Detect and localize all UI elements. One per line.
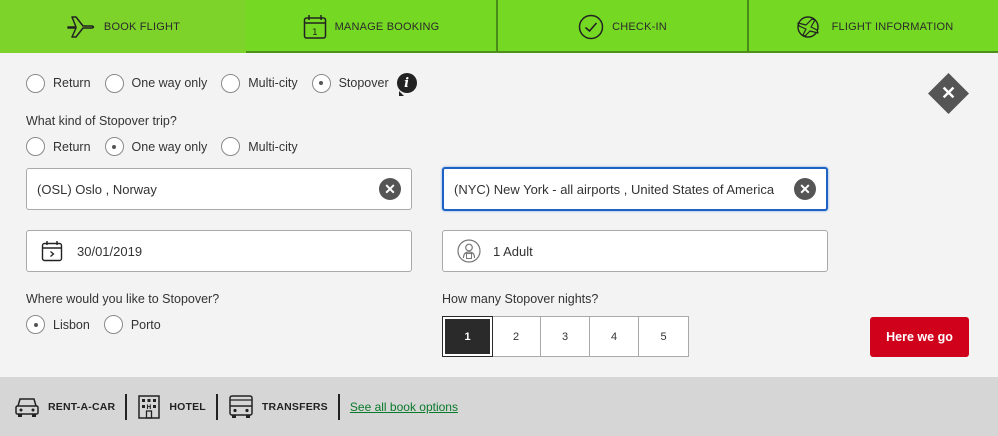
- passenger-icon: [457, 239, 481, 263]
- radio-stopover-multi-city[interactable]: Multi-city: [221, 137, 298, 156]
- divider: [215, 393, 218, 420]
- radio-stopover[interactable]: Stopover: [311, 73, 389, 93]
- nights-selector: 1 2 3 4 5: [442, 316, 689, 357]
- radio-dot-checked[interactable]: [26, 315, 45, 334]
- radio-one-way-label: One way only: [131, 76, 208, 90]
- origin-value: (OSL) Oslo , Norway: [37, 181, 157, 197]
- main-tabs: BOOK FLIGHT 1 MANAGE BOOKING CHECK-IN FL…: [0, 0, 998, 53]
- see-all-book-options-link[interactable]: See all book options: [350, 400, 458, 414]
- hotel-icon: H: [137, 394, 161, 420]
- radio-dot-checked[interactable]: [104, 137, 124, 156]
- radio-porto[interactable]: Porto: [103, 315, 161, 334]
- nights-question: How many Stopover nights?: [442, 292, 599, 306]
- radio-porto-label: Porto: [130, 317, 161, 332]
- rent-a-car-label: RENT-A-CAR: [48, 400, 116, 413]
- radio-stopover-label: Stopover: [338, 76, 389, 90]
- radio-stopover-one-way-label: One way only: [131, 139, 208, 154]
- tab-flight-information-label: FLIGHT INFORMATION: [831, 20, 954, 33]
- radio-dot[interactable]: [103, 315, 123, 334]
- tab-manage-booking-label: MANAGE BOOKING: [334, 20, 440, 33]
- bus-icon: [228, 394, 254, 420]
- stopover-trip-question: What kind of Stopover trip?: [26, 114, 177, 128]
- radio-one-way[interactable]: One way only: [104, 73, 208, 93]
- radio-multi-city-label: Multi-city: [248, 76, 298, 90]
- radio-return-label: Return: [53, 76, 91, 90]
- transfers-label: TRANSFERS: [261, 400, 328, 413]
- passengers-value: 1 Adult: [493, 243, 533, 259]
- info-icon[interactable]: i: [396, 73, 417, 96]
- night-option-3[interactable]: 3: [541, 317, 590, 356]
- night-option-2[interactable]: 2: [492, 317, 541, 356]
- divider: [125, 393, 128, 420]
- radio-lisbon[interactable]: Lisbon: [26, 315, 90, 334]
- check-circle-icon: [578, 14, 604, 40]
- tab-book-flight-label: BOOK FLIGHT: [103, 20, 181, 33]
- destination-value: (NYC) New York - all airports , United S…: [454, 181, 775, 197]
- bottom-bar: RENT-A-CAR H HOTEL TRANSFERS See all boo…: [0, 377, 998, 436]
- radio-stopover-return-label: Return: [53, 139, 91, 154]
- radio-dot-checked[interactable]: [311, 73, 331, 93]
- clear-origin-icon[interactable]: ✕: [379, 178, 401, 200]
- radio-dot[interactable]: [104, 73, 124, 93]
- radio-return[interactable]: Return: [26, 73, 91, 93]
- radio-dot[interactable]: [221, 73, 241, 93]
- date-field[interactable]: 30/01/2019: [26, 230, 412, 272]
- destination-field[interactable]: (NYC) New York - all airports , United S…: [442, 167, 828, 211]
- radio-lisbon-label: Lisbon: [53, 317, 90, 332]
- submit-button[interactable]: Here we go: [870, 317, 969, 357]
- night-option-1[interactable]: 1: [442, 316, 493, 357]
- transfers-link[interactable]: TRANSFERS: [228, 394, 338, 420]
- radio-multi-city[interactable]: Multi-city: [221, 73, 298, 93]
- tab-check-in-label: CHECK-IN: [612, 20, 667, 33]
- close-button[interactable]: ✕: [927, 72, 970, 115]
- tab-manage-booking[interactable]: 1 MANAGE BOOKING: [246, 0, 498, 53]
- stopover-city-question: Where would you like to Stopover?: [26, 292, 220, 306]
- date-value: 30/01/2019: [77, 243, 143, 259]
- night-option-4[interactable]: 4: [590, 317, 639, 356]
- tab-flight-information[interactable]: FLIGHT INFORMATION: [749, 0, 998, 53]
- stopover-trip-group: Return One way only Multi-city: [26, 137, 312, 156]
- clear-destination-icon[interactable]: ✕: [794, 178, 816, 200]
- divider: [337, 393, 340, 420]
- passengers-field[interactable]: 1 Adult: [442, 230, 828, 272]
- flight-info-icon: [794, 14, 824, 40]
- radio-dot[interactable]: [221, 137, 241, 156]
- close-icon: ✕: [940, 83, 957, 103]
- radio-stopover-one-way[interactable]: One way only: [104, 137, 208, 156]
- stopover-city-group: Lisbon Porto: [26, 315, 175, 334]
- hotel-label: HOTEL: [169, 400, 206, 413]
- radio-stopover-return[interactable]: Return: [26, 137, 91, 156]
- calendar-icon: [41, 240, 63, 262]
- tabs-divider: [246, 51, 998, 53]
- radio-dot[interactable]: [26, 73, 45, 93]
- night-option-5[interactable]: 5: [639, 317, 688, 356]
- calendar-icon: 1: [303, 14, 327, 40]
- svg-text:1: 1: [312, 28, 318, 38]
- rent-a-car-link[interactable]: RENT-A-CAR: [14, 395, 125, 419]
- hotel-link[interactable]: H HOTEL: [137, 394, 216, 420]
- tab-book-flight[interactable]: BOOK FLIGHT: [0, 0, 246, 53]
- plane-icon: [66, 14, 96, 40]
- radio-stopover-multi-city-label: Multi-city: [248, 139, 298, 154]
- origin-field[interactable]: (OSL) Oslo , Norway ✕: [26, 168, 412, 210]
- tab-check-in[interactable]: CHECK-IN: [498, 0, 749, 53]
- car-icon: [14, 395, 40, 419]
- trip-type-group: Return One way only Multi-city Stopover …: [26, 73, 417, 96]
- svg-text:H: H: [147, 404, 152, 411]
- radio-dot[interactable]: [26, 137, 45, 156]
